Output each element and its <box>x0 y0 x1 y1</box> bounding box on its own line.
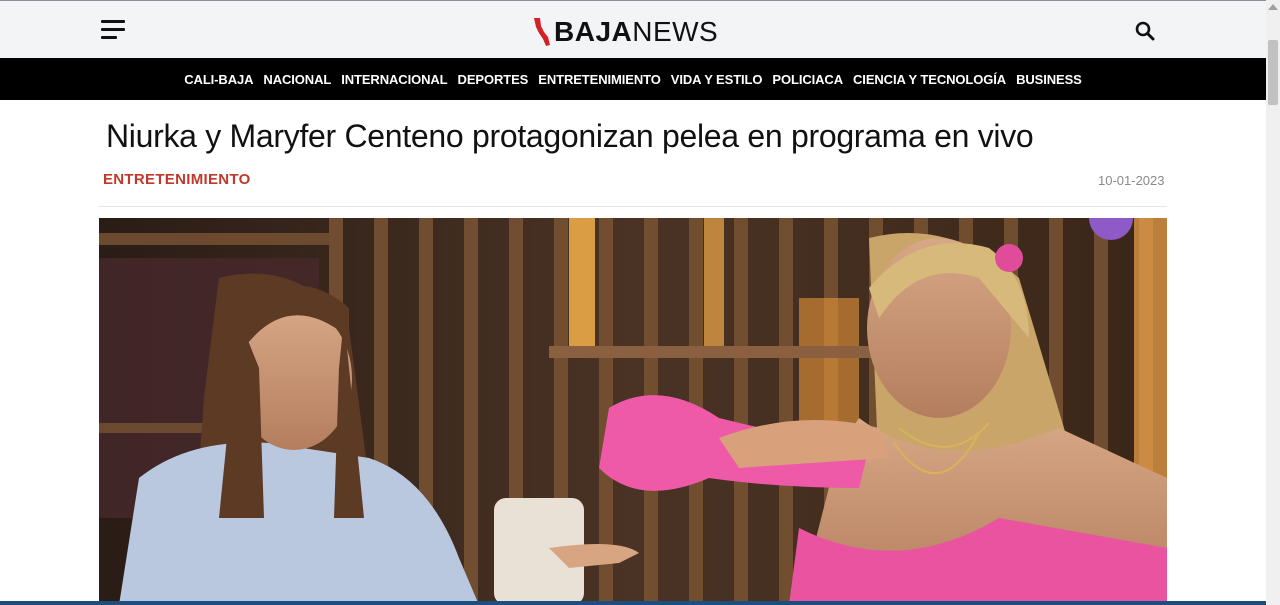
header-divider <box>99 206 1167 207</box>
main-nav: CALI-BAJA NACIONAL INTERNACIONAL DEPORTE… <box>0 58 1266 100</box>
nav-item-ciencia-y-tecnologia[interactable]: CIENCIA Y TECNOLOGÍA <box>853 72 1006 87</box>
nav-item-business[interactable]: BUSINESS <box>1016 72 1082 87</box>
article-category-link[interactable]: ENTRETENIMIENTO <box>103 171 251 188</box>
nav-item-nacional[interactable]: NACIONAL <box>263 72 331 87</box>
nav-item-vida-y-estilo[interactable]: VIDA Y ESTILO <box>671 72 763 87</box>
baja-california-logo-icon <box>534 18 550 46</box>
nav-item-policiaca[interactable]: POLICIACA <box>772 72 843 87</box>
scroll-up-arrow-icon[interactable] <box>1268 4 1278 10</box>
article-title: Niurka y Maryfer Centeno protagonizan pe… <box>106 118 1034 154</box>
nav-item-cali-baja[interactable]: CALI-BAJA <box>184 72 253 87</box>
nav-item-deportes[interactable]: DEPORTES <box>458 72 529 87</box>
search-icon[interactable] <box>1134 20 1156 42</box>
logo-text-baja: BAJA <box>554 16 633 47</box>
nav-item-internacional[interactable]: INTERNACIONAL <box>341 72 447 87</box>
site-header: BAJA NEWS <box>0 0 1266 58</box>
site-logo[interactable]: BAJA NEWS <box>532 15 718 49</box>
bottom-accent-bar <box>0 601 1266 605</box>
article-date: 10-01-2023 <box>1098 173 1165 188</box>
logo-text-news: NEWS <box>632 16 719 47</box>
scrollbar-thumb[interactable] <box>1268 40 1278 105</box>
nav-item-entretenimiento[interactable]: ENTRETENIMIENTO <box>538 72 661 87</box>
hamburger-menu-icon[interactable] <box>101 20 127 40</box>
article-hero-image <box>99 218 1167 605</box>
